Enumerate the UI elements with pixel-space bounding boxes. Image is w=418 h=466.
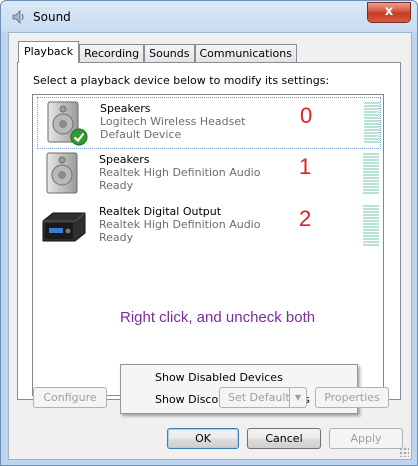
window-title: Sound — [33, 10, 71, 24]
chevron-down-icon[interactable]: ▼ — [289, 388, 306, 407]
tab-sounds[interactable]: Sounds — [144, 44, 195, 63]
cancel-button[interactable]: Cancel — [247, 428, 321, 449]
device-description: Logitech Wireless Headset — [100, 115, 246, 128]
set-default-button[interactable]: Set Default ▼ — [219, 387, 307, 408]
device-list[interactable]: Speakers Logitech Wireless Headset Defau… — [32, 94, 384, 396]
device-name: Realtek Digital Output — [99, 205, 222, 218]
properties-button[interactable]: Properties — [315, 387, 389, 408]
tab-recording[interactable]: Recording — [79, 44, 145, 63]
device-status: Ready — [99, 231, 134, 244]
dialog-client-area: Playback Recording Sounds Communications… — [8, 32, 412, 460]
playback-panel: Select a playback device below to modify… — [17, 62, 401, 414]
volume-meter — [364, 102, 380, 144]
annotation-number: 0 — [300, 103, 313, 128]
volume-meter — [363, 153, 379, 195]
device-status: Ready — [99, 179, 134, 192]
ok-button[interactable]: OK — [167, 428, 239, 449]
device-item-speakers-realtek[interactable]: Speakers Realtek High Definition Audio R… — [37, 149, 379, 199]
device-description: Realtek High Definition Audio — [99, 218, 261, 231]
tab-playback[interactable]: Playback — [18, 41, 80, 63]
digital-output-icon — [42, 212, 86, 242]
menu-item-show-disabled-devices[interactable]: Show Disabled Devices — [155, 371, 283, 384]
tab-strip: Playback Recording Sounds Communications — [18, 41, 297, 63]
device-name: Speakers — [100, 102, 151, 115]
device-item-speakers-logitech[interactable]: Speakers Logitech Wireless Headset Defau… — [37, 97, 381, 149]
device-description: Realtek High Definition Audio — [99, 166, 261, 179]
resize-grip-icon[interactable] — [399, 447, 409, 457]
title-bar[interactable]: Sound x — [1, 1, 417, 33]
default-check-icon — [70, 128, 88, 146]
configure-button[interactable]: Configure — [33, 387, 107, 408]
speaker-icon — [46, 152, 78, 194]
volume-meter — [363, 205, 379, 247]
apply-button[interactable]: Apply — [329, 428, 403, 449]
tab-communications[interactable]: Communications — [194, 44, 297, 63]
device-name: Speakers — [99, 153, 150, 166]
close-button[interactable]: x — [367, 2, 411, 23]
instructions-text: Select a playback device below to modify… — [33, 74, 330, 87]
instruction-annotation: Right click, and uncheck both — [120, 309, 316, 326]
sound-app-icon — [12, 10, 24, 24]
annotation-number: 2 — [299, 206, 312, 231]
device-item-digital-output[interactable]: Realtek Digital Output Realtek High Defi… — [37, 201, 379, 251]
close-icon: x — [384, 4, 394, 19]
annotation-number: 1 — [299, 154, 312, 179]
device-status: Default Device — [100, 128, 182, 141]
set-default-label: Set Default — [228, 391, 290, 404]
sound-dialog: Sound x Playback Recording Sounds Commun… — [0, 0, 418, 466]
